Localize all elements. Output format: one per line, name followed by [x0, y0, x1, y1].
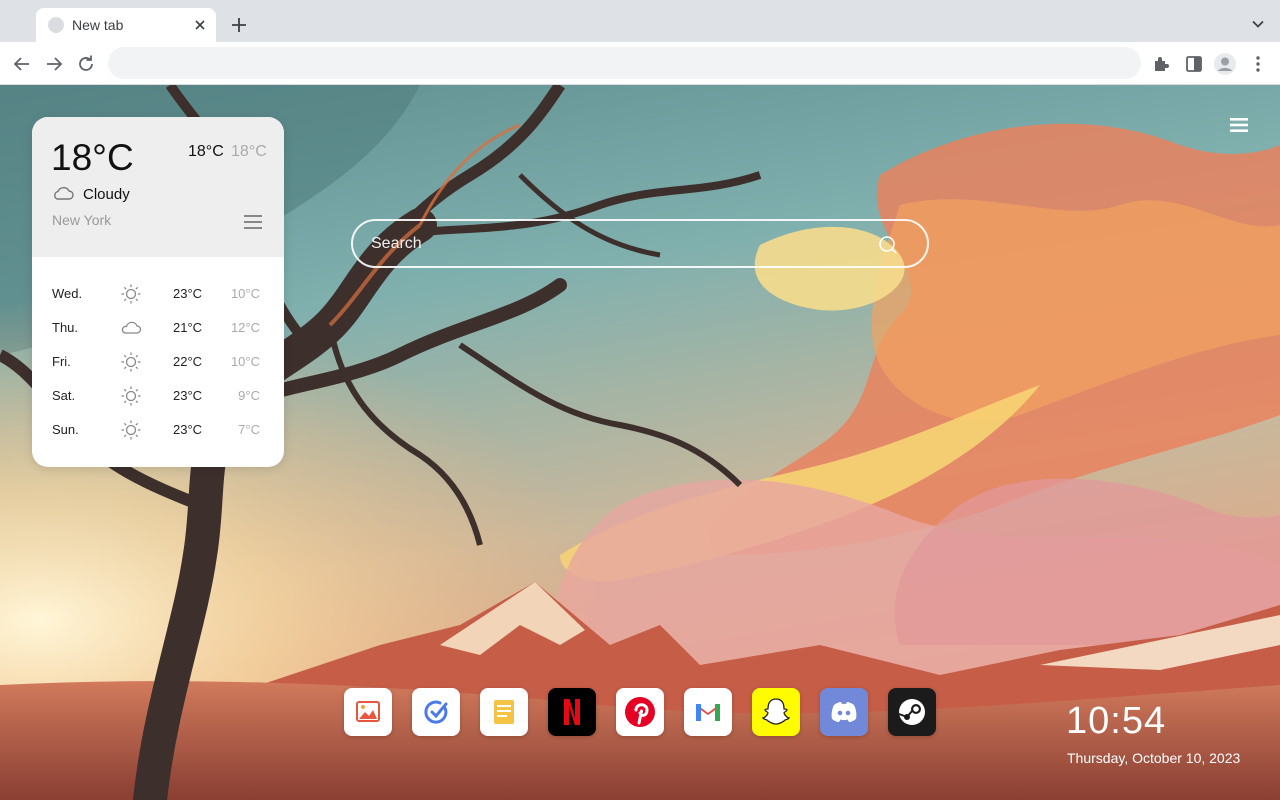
sun-icon — [121, 284, 141, 304]
search-box — [351, 219, 929, 268]
sun-icon — [121, 386, 141, 406]
forecast-high: 23°C — [173, 286, 203, 301]
discord-app-button[interactable] — [820, 688, 868, 736]
kebab-menu-icon[interactable] — [1246, 52, 1270, 76]
current-temperature: 18°C — [51, 137, 134, 178]
close-icon[interactable] — [192, 17, 208, 33]
weather-condition: Cloudy — [83, 186, 130, 203]
new-tab-page: 18°C 18°C 18°C Cloudy New York Wed. 23°C 1… — [0, 85, 1280, 800]
gmail-icon — [684, 688, 732, 736]
netflix-icon — [548, 688, 596, 736]
snapchat-icon — [752, 688, 800, 736]
forecast-high: 21°C — [173, 320, 203, 335]
tab-favicon-icon — [48, 17, 64, 33]
forecast-low: 10°C — [230, 286, 260, 301]
weather-city: New York — [52, 212, 112, 228]
side-panel-icon[interactable] — [1182, 52, 1206, 76]
tab-new-tab[interactable]: New tab — [36, 8, 216, 42]
forecast-low: 12°C — [230, 320, 260, 335]
weather-widget: 18°C 18°C 18°C Cloudy New York Wed. 23°C 1… — [32, 117, 284, 467]
forecast-row: Sun. 23°C 7°C — [32, 413, 284, 447]
clock-time: 10:54 — [1066, 700, 1167, 742]
weather-current: 18°C 18°C 18°C Cloudy New York — [32, 117, 284, 257]
forecast-day: Sat. — [52, 388, 76, 403]
cloud-icon — [121, 321, 142, 334]
pinterest-icon — [616, 688, 664, 736]
forecast-row: Fri. 22°C 10°C — [32, 345, 284, 379]
forecast-low: 9°C — [238, 388, 260, 403]
forecast-row: Sat. 23°C 9°C — [32, 379, 284, 413]
photo-icon — [344, 688, 392, 736]
forecast-row: Wed. 23°C 10°C — [32, 277, 284, 311]
search-icon[interactable] — [878, 235, 898, 255]
reload-icon[interactable] — [74, 52, 98, 76]
note-icon — [480, 688, 528, 736]
tab-title: New tab — [72, 17, 124, 33]
netflix-app-button[interactable] — [548, 688, 596, 736]
forecast-day: Thu. — [52, 320, 79, 335]
sun-icon — [121, 352, 141, 372]
cloud-icon — [54, 186, 74, 200]
browser-toolbar — [0, 42, 1280, 85]
steam-icon — [888, 688, 936, 736]
notes-app-button[interactable] — [480, 688, 528, 736]
pinterest-app-button[interactable] — [616, 688, 664, 736]
tab-strip: New tab — [0, 0, 1280, 42]
forecast-day: Sun. — [52, 422, 79, 437]
snapchat-app-button[interactable] — [752, 688, 800, 736]
forecast-row: Thu. 21°C 12°C — [32, 311, 284, 345]
address-bar[interactable] — [108, 47, 1141, 79]
new-tab-plus-icon[interactable] — [228, 14, 250, 36]
chevron-down-icon[interactable] — [1248, 14, 1268, 34]
forecast-day: Fri. — [52, 354, 71, 369]
forecast-high: 22°C — [173, 354, 203, 369]
weather-menu-icon[interactable] — [244, 214, 262, 230]
forecast-low: 10°C — [230, 354, 260, 369]
sun-icon — [121, 420, 141, 440]
forecast-high: 23°C — [173, 422, 203, 437]
forward-arrow-icon[interactable] — [42, 52, 66, 76]
clock-date: Thursday, October 10, 2023 — [1067, 750, 1241, 766]
profile-avatar-icon[interactable] — [1213, 52, 1237, 76]
today-low: 18°C — [231, 143, 267, 160]
back-arrow-icon[interactable] — [10, 52, 34, 76]
forecast-high: 23°C — [173, 388, 203, 403]
gmail-app-button[interactable] — [684, 688, 732, 736]
forecast-low: 7°C — [238, 422, 260, 437]
search-input[interactable] — [371, 221, 871, 266]
discord-icon — [820, 688, 868, 736]
today-high: 18°C — [188, 143, 224, 160]
check-icon — [412, 688, 460, 736]
hamburger-menu-icon[interactable] — [1228, 115, 1250, 135]
steam-app-button[interactable] — [888, 688, 936, 736]
forecast-day: Wed. — [52, 286, 83, 301]
extensions-puzzle-icon[interactable] — [1150, 52, 1174, 76]
task-app-button[interactable] — [412, 688, 460, 736]
photos-app-button[interactable] — [344, 688, 392, 736]
